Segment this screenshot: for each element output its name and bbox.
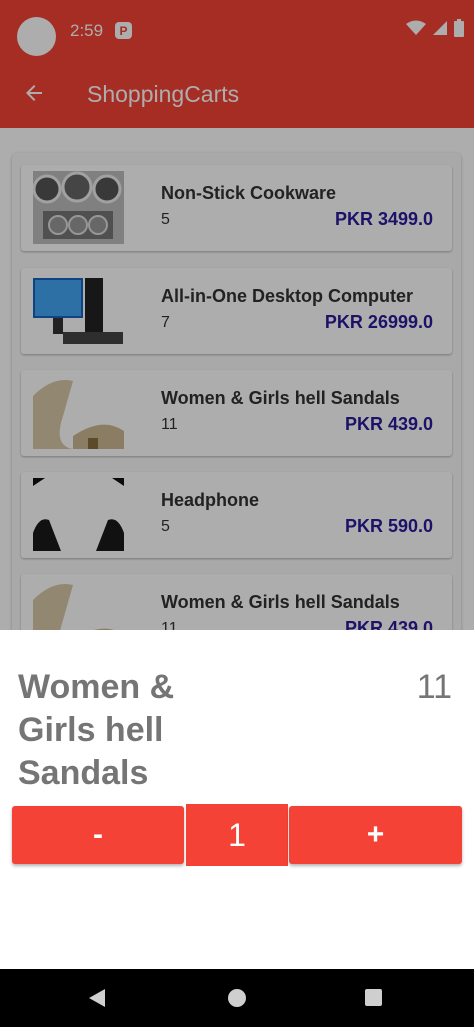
quantity-bottom-sheet: Women & Girls hell Sandals 11 - 1 + xyxy=(0,630,474,969)
increment-button[interactable]: + xyxy=(289,806,462,864)
quantity-value: 1 xyxy=(186,804,288,866)
sheet-product-name: Women & Girls hell Sandals xyxy=(18,668,175,792)
system-nav-bar xyxy=(0,969,474,1027)
nav-recents-icon[interactable] xyxy=(365,989,382,1006)
nav-back-icon[interactable] xyxy=(88,988,106,1013)
decrement-button[interactable]: - xyxy=(12,806,184,864)
modal-scrim[interactable] xyxy=(0,0,474,630)
sheet-current-qty: 11 xyxy=(416,668,452,706)
nav-home-icon[interactable] xyxy=(228,989,246,1007)
quantity-stepper: - 1 + xyxy=(12,804,462,866)
